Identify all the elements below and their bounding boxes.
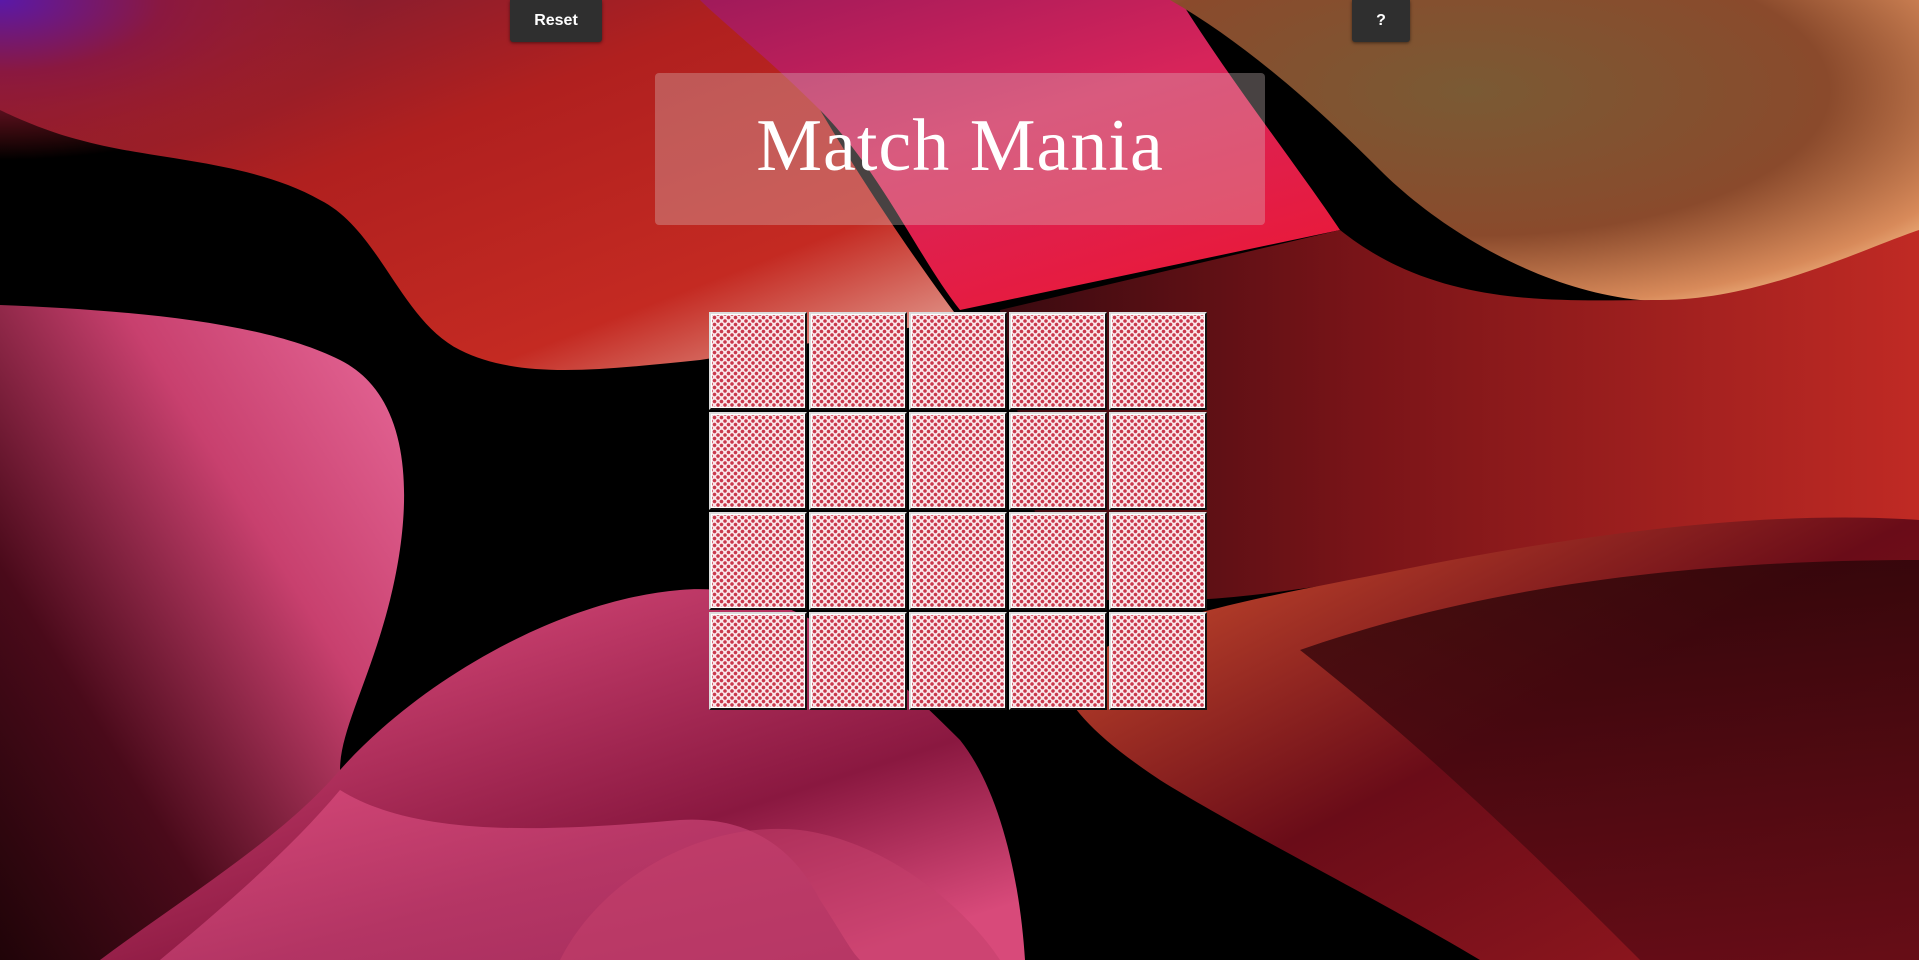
- card-face-down[interactable]: [1109, 412, 1207, 510]
- card-face-down[interactable]: [809, 412, 907, 510]
- card-face-down[interactable]: [1009, 412, 1107, 510]
- card-face-down[interactable]: [909, 412, 1007, 510]
- card-face-down[interactable]: [809, 612, 907, 710]
- reset-button[interactable]: Reset: [510, 0, 602, 42]
- card-face-down[interactable]: [1109, 312, 1207, 410]
- card-face-down[interactable]: [709, 612, 807, 710]
- card-face-down[interactable]: [1009, 512, 1107, 610]
- card-face-down[interactable]: [809, 312, 907, 410]
- card-face-down[interactable]: [909, 512, 1007, 610]
- card-face-down[interactable]: [709, 412, 807, 510]
- title-panel: Match Mania: [655, 73, 1265, 225]
- card-face-down[interactable]: [909, 612, 1007, 710]
- card-face-down[interactable]: [1109, 512, 1207, 610]
- card-face-down[interactable]: [809, 512, 907, 610]
- card-face-down[interactable]: [709, 512, 807, 610]
- help-button[interactable]: ?: [1352, 0, 1410, 42]
- card-face-down[interactable]: [709, 312, 807, 410]
- card-face-down[interactable]: [1009, 312, 1107, 410]
- card-face-down[interactable]: [1009, 612, 1107, 710]
- card-face-down[interactable]: [1109, 612, 1207, 710]
- card-grid: [709, 312, 1212, 712]
- card-face-down[interactable]: [909, 312, 1007, 410]
- game-title: Match Mania: [756, 105, 1164, 187]
